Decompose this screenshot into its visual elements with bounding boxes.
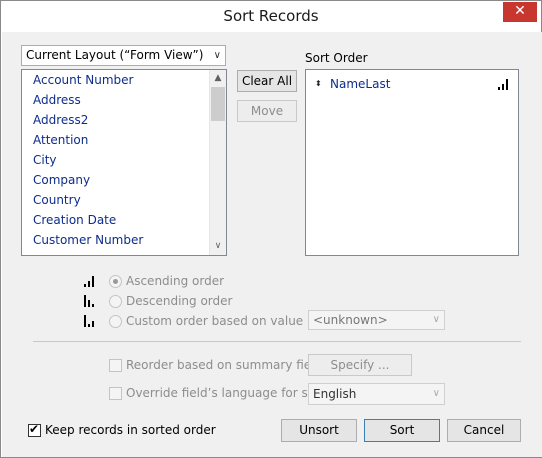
checkmark-icon: ✔ xyxy=(29,422,40,436)
override-language-checkbox[interactable] xyxy=(109,387,122,400)
value-list-select[interactable]: <unknown> ∨ xyxy=(308,310,445,330)
custom-order-radio[interactable] xyxy=(109,315,122,328)
descending-order-label: Descending order xyxy=(126,294,233,308)
keep-sorted-checkbox[interactable]: ✔ xyxy=(28,422,41,437)
radio-selected-dot xyxy=(113,279,118,284)
field-list-item[interactable]: Country xyxy=(22,190,226,210)
ascending-order-radio[interactable] xyxy=(109,275,122,288)
chevron-down-icon: ∨ xyxy=(432,388,440,399)
descending-order-radio[interactable] xyxy=(109,295,122,308)
field-list-item[interactable]: Creation Date xyxy=(22,210,226,230)
layout-select-value: Current Layout (“Form View”) xyxy=(26,48,204,62)
field-list-item[interactable]: Address xyxy=(22,90,226,110)
title-bar: Sort Records ✕ xyxy=(1,1,541,32)
unsort-button[interactable]: Unsort xyxy=(281,419,357,442)
section-divider xyxy=(33,341,521,342)
descending-order-icon xyxy=(84,295,94,307)
language-select-value: English xyxy=(313,387,357,401)
sort-order-label: Sort Order xyxy=(305,51,368,65)
close-icon: ✕ xyxy=(514,3,526,19)
sort-button[interactable]: Sort xyxy=(364,419,440,442)
field-list-item[interactable]: Address2 xyxy=(22,110,226,130)
reorder-summary-label: Reorder based on summary field xyxy=(126,358,323,372)
scroll-up-arrow-icon[interactable]: ▲ xyxy=(210,70,226,87)
close-button[interactable]: ✕ xyxy=(503,2,537,22)
dialog-body: Current Layout (“Form View”) ∨ Account N… xyxy=(2,32,542,457)
sort-records-dialog: Sort Records ✕ Current Layout (“Form Vie… xyxy=(0,0,542,458)
keep-sorted-label: Keep records in sorted order xyxy=(45,423,216,437)
scroll-down-arrow-icon[interactable]: ∨ xyxy=(210,238,226,255)
field-list-item[interactable]: Account Number xyxy=(22,70,226,90)
value-list-select-value: <unknown> xyxy=(313,313,388,327)
specify-button[interactable]: Specify ... xyxy=(308,354,412,376)
sort-order-list[interactable]: ⬍ NameLast xyxy=(305,69,519,256)
cancel-button[interactable]: Cancel xyxy=(447,419,521,442)
override-language-label: Override field’s language for sort xyxy=(126,386,325,400)
language-select[interactable]: English ∨ xyxy=(308,383,445,405)
reorder-summary-checkbox[interactable] xyxy=(109,359,122,372)
ascending-order-icon xyxy=(84,276,94,287)
field-list-item[interactable]: City xyxy=(22,150,226,170)
chevron-down-icon: ∨ xyxy=(213,50,221,61)
ascending-bars-icon xyxy=(498,79,508,90)
sort-order-entry[interactable]: ⬍ NameLast xyxy=(315,76,508,92)
field-list-item[interactable]: Company xyxy=(22,170,226,190)
ascending-order-label: Ascending order xyxy=(126,274,225,288)
field-list-scrollbar[interactable]: ▲ ∨ xyxy=(209,70,226,255)
custom-order-label: Custom order based on value list xyxy=(126,314,325,328)
layout-select[interactable]: Current Layout (“Form View”) ∨ xyxy=(21,45,226,66)
drag-handle-icon[interactable]: ⬍ xyxy=(315,76,322,92)
move-button[interactable]: Move xyxy=(237,100,297,122)
chevron-down-icon: ∨ xyxy=(432,314,440,325)
field-list[interactable]: Account Number Address Address2 Attention Ci… xyxy=(21,69,227,256)
sort-order-field-name: NameLast xyxy=(330,77,391,91)
field-list-items: Account Number Address Address2 Attention Ci… xyxy=(22,70,226,250)
field-list-item[interactable]: Attention xyxy=(22,130,226,150)
field-list-item[interactable]: Customer Number xyxy=(22,230,226,250)
dialog-title: Sort Records xyxy=(223,7,319,25)
scroll-thumb[interactable] xyxy=(211,87,225,121)
custom-order-icon xyxy=(84,315,94,327)
clear-all-button[interactable]: Clear All xyxy=(237,70,297,92)
